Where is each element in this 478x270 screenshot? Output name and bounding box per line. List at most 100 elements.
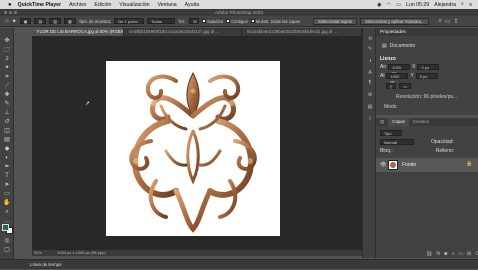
adjust-icon[interactable]: ◑ bbox=[366, 58, 374, 65]
properties-doc-label: Documento bbox=[389, 43, 416, 49]
apple-icon[interactable]: ● bbox=[8, 2, 12, 8]
options-bar: ⌂ ✦ ▣ ▤ ▥ ▦ Tam. de muestra: De 1 punto … bbox=[0, 16, 478, 27]
sample-size-label: Tam. de muestra: bbox=[78, 18, 112, 24]
zoom-tool-icon[interactable]: ⌕ bbox=[3, 209, 11, 216]
tab-flor-de-lis[interactable]: FLOR DE LIS BARROCA.jpg al 50% (RGB/8#) … bbox=[32, 28, 124, 36]
select-subject-button[interactable]: Seleccionar sujeto bbox=[312, 17, 358, 25]
hand-tool-icon[interactable]: ✋ bbox=[3, 200, 11, 207]
antialias-checkbox[interactable]: Suavizar bbox=[201, 19, 223, 24]
shape-tool-icon[interactable]: ▭ bbox=[3, 191, 11, 198]
layer-kind-select[interactable]: Tipo bbox=[380, 130, 402, 136]
magic-wand-icon[interactable]: ✦ bbox=[12, 18, 17, 25]
home-icon[interactable]: ⌂ bbox=[5, 18, 9, 24]
menu-ventana[interactable]: Ventana bbox=[158, 2, 177, 8]
properties-icon[interactable]: ⚙ bbox=[366, 92, 374, 99]
pen-tool-icon[interactable]: ✒ bbox=[3, 164, 11, 171]
healing-tool-icon[interactable]: ✚ bbox=[3, 92, 11, 99]
sample-select[interactable]: Todas bbox=[147, 18, 176, 24]
canvas-section-label: Lienzo bbox=[380, 56, 396, 62]
layer-row[interactable]: 👁 Fondo 🔒 bbox=[376, 158, 478, 172]
tolerance-input[interactable]: 32 bbox=[188, 18, 199, 24]
properties-title[interactable]: Propiedades bbox=[376, 28, 478, 36]
folder-icon[interactable]: ▭ bbox=[458, 251, 463, 257]
search-icon[interactable]: ⌕ bbox=[461, 1, 464, 8]
battery-icon[interactable]: ▭ bbox=[396, 2, 401, 8]
character-icon[interactable]: A bbox=[366, 70, 374, 77]
tab-document-2[interactable]: ce49bb1b6989f18cc41a4ae23ad1127.jpg al .… bbox=[124, 28, 242, 36]
fx-icon[interactable]: fx bbox=[436, 251, 440, 257]
gradient-tool-icon[interactable]: ▤ bbox=[3, 137, 11, 144]
cursor-icon: ➚ bbox=[85, 101, 91, 107]
height-input[interactable]: 1000 px bbox=[386, 73, 409, 84]
brush-tool-icon[interactable]: ✎ bbox=[3, 101, 11, 108]
history-icon[interactable]: ⟲ bbox=[366, 36, 374, 43]
selection-mode-inter[interactable]: ▦ bbox=[64, 18, 76, 24]
brush-settings-icon[interactable]: ✎ bbox=[366, 46, 374, 53]
path-select-icon[interactable]: ➤ bbox=[3, 182, 11, 189]
timeline-label[interactable]: Línea de tiempo bbox=[30, 262, 62, 267]
libraries-icon[interactable]: ▤ bbox=[366, 104, 374, 111]
contiguous-checkbox[interactable]: Contiguo bbox=[226, 19, 248, 24]
workspace-icon[interactable]: ▭ bbox=[445, 18, 451, 25]
menu-archivo[interactable]: Archivo bbox=[69, 2, 86, 8]
portrait-icon[interactable]: ▯ bbox=[386, 83, 397, 89]
menu-list-icon[interactable]: ≡ bbox=[469, 2, 472, 8]
paragraph-icon[interactable]: ¶ bbox=[366, 80, 374, 87]
sample-all-checkbox[interactable]: Muestr. todas las capas bbox=[250, 19, 300, 24]
dodge-tool-icon[interactable]: ◐ bbox=[3, 155, 11, 162]
tab-capas[interactable]: Capas bbox=[388, 118, 409, 126]
type-tool-icon[interactable]: T bbox=[3, 173, 11, 180]
marquee-tool-icon[interactable]: ⬚ bbox=[3, 47, 11, 54]
y-input[interactable]: 0 px bbox=[415, 73, 438, 79]
wifi-icon[interactable]: ◠ bbox=[387, 2, 392, 8]
window-title: Adobe Photoshop 2020 bbox=[214, 10, 264, 15]
quick-mask-icon[interactable]: ◎ bbox=[3, 238, 11, 245]
history-brush-icon[interactable]: ↺ bbox=[3, 119, 11, 126]
tab-canales[interactable]: Canales bbox=[409, 118, 433, 126]
doc-info: 1000 px x 1000 px (96 ppp) bbox=[57, 250, 106, 255]
blend-mode-select[interactable]: Normal bbox=[380, 139, 414, 145]
select-mask-button[interactable]: Seleccionar y aplicar máscara... bbox=[360, 17, 430, 25]
blend-row: Normal Opacidad: bbox=[380, 139, 454, 145]
adjustment-icon[interactable]: ◑ bbox=[451, 251, 454, 257]
selection-mode-sub[interactable]: ▥ bbox=[49, 18, 61, 24]
mask-icon[interactable]: ◙ bbox=[444, 251, 447, 257]
status-bar: 50% 1000 px x 1000 px (96 ppp) bbox=[32, 250, 362, 256]
layer-name: Fondo bbox=[402, 162, 417, 168]
search-icon[interactable]: ⌕ bbox=[438, 18, 441, 25]
clock[interactable]: Lun 05:29 bbox=[406, 2, 429, 8]
move-tool-icon[interactable]: ✥ bbox=[3, 38, 11, 45]
blur-tool-icon[interactable]: ◆ bbox=[3, 146, 11, 153]
share-icon[interactable]: ⇪ bbox=[454, 18, 459, 25]
new-layer-icon[interactable]: ⊞ bbox=[467, 251, 471, 257]
menu-app-name[interactable]: QuickTime Player bbox=[18, 2, 61, 8]
screen-record-icon[interactable]: ◉ bbox=[377, 2, 382, 8]
document-canvas[interactable] bbox=[106, 61, 280, 236]
toolbar-left: ✥ ⬚ ↄ ✦ ⌗ ⟋ ✚ ✎ ⊥ ↺ ◫ ▤ ◆ ◐ ✒ T ➤ ▭ ✋ ⌕ … bbox=[0, 28, 14, 269]
menu-edicion[interactable]: Edición bbox=[94, 2, 111, 8]
selection-mode-new[interactable]: ▣ bbox=[19, 18, 32, 24]
stamp-tool-icon[interactable]: ⊥ bbox=[3, 110, 11, 117]
zoom-level[interactable]: 50% bbox=[34, 250, 42, 255]
window-controls[interactable] bbox=[4, 11, 17, 14]
eraser-tool-icon[interactable]: ◫ bbox=[3, 128, 11, 135]
selection-mode-add[interactable]: ▤ bbox=[34, 18, 47, 24]
menu-visualizacion[interactable]: Visualización bbox=[119, 2, 149, 8]
eye-icon[interactable]: 👁 bbox=[380, 162, 386, 168]
user-name[interactable]: Alejandra bbox=[434, 2, 456, 8]
x-input[interactable]: 0 px bbox=[417, 64, 440, 70]
lasso-tool-icon[interactable]: ↄ bbox=[3, 56, 11, 63]
width-input[interactable]: 1000 px bbox=[388, 64, 411, 75]
magic-wand-tool-icon[interactable]: ✦ bbox=[3, 65, 11, 72]
menu-ayuda[interactable]: Ayuda bbox=[185, 2, 200, 8]
link-icon[interactable]: ⛓ bbox=[426, 251, 432, 257]
screen-mode-icon[interactable]: ▢ bbox=[3, 247, 11, 254]
tab-document-3[interactable]: 8ccb4bb4e3129ba83a32b0c6f4dec01.jpg al .… bbox=[242, 28, 362, 36]
landscape-icon[interactable]: ▭ bbox=[399, 83, 411, 89]
eyedropper-tool-icon[interactable]: ⟋ bbox=[3, 83, 11, 90]
sample-size-select[interactable]: De 1 punto bbox=[114, 18, 145, 24]
crop-tool-icon[interactable]: ⌗ bbox=[3, 74, 11, 81]
foreground-color-swatch[interactable] bbox=[2, 224, 9, 231]
panel-menu-icon[interactable]: ▤ bbox=[376, 118, 388, 126]
paths-icon[interactable]: ⌇ bbox=[366, 116, 374, 123]
